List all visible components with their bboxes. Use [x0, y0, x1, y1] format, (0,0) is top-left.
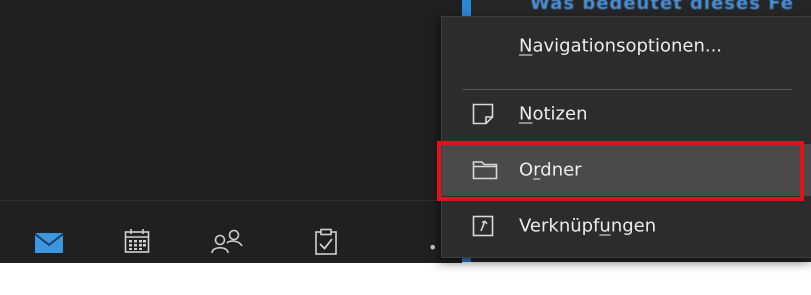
message-preview-text: Was bedeutet dieses Fe: [530, 0, 794, 14]
menu-item-notes[interactable]: Notizen: [442, 88, 811, 140]
tasks-icon[interactable]: [314, 228, 338, 256]
menu-item-label: Verknüpfungen: [519, 215, 657, 237]
mail-icon[interactable]: [34, 232, 64, 254]
note-icon: [472, 103, 494, 125]
highlight-box: [437, 141, 804, 201]
menu-item-label: Notizen: [519, 103, 588, 125]
people-icon[interactable]: [210, 228, 244, 254]
menu-item-label: Navigationsoptionen...: [519, 35, 723, 57]
menu-item-shortcuts[interactable]: Verknüpfungen: [442, 200, 811, 252]
context-menu: Navigationsoptionen... Notizen Ordner Ve…: [441, 16, 811, 258]
shortcut-icon: [472, 215, 494, 237]
calendar-icon[interactable]: [124, 228, 150, 254]
menu-item-navigation-options[interactable]: Navigationsoptionen...: [442, 20, 811, 72]
